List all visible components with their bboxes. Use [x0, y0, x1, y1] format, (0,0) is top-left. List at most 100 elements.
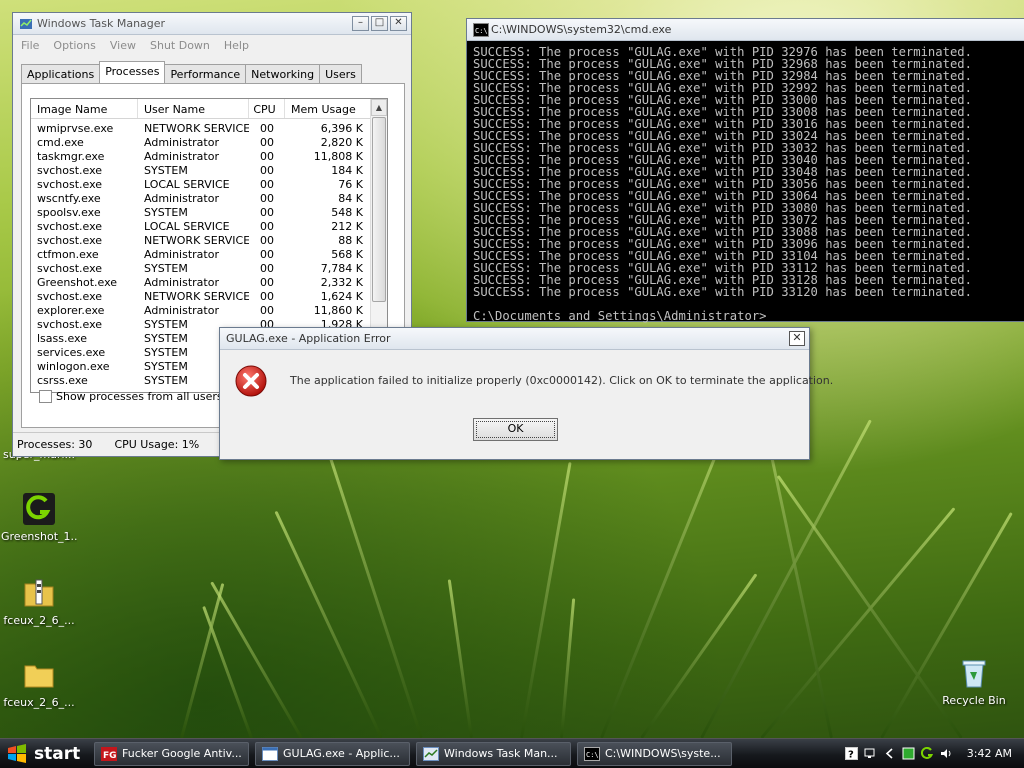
cell-cpu: 00 [260, 192, 274, 205]
desktop-icon-recycle-bin[interactable]: Recycle Bin [936, 656, 1012, 707]
table-row[interactable]: svchost.exe NETWORK SERVICE 00 1,624 K [31, 290, 387, 304]
table-row[interactable]: spoolsv.exe SYSTEM 00 548 K [31, 206, 387, 220]
cell-cpu: 00 [260, 276, 274, 289]
help-icon[interactable]: ? [844, 747, 858, 761]
task-manager-title: Windows Task Manager [37, 17, 166, 30]
column-mem-usage[interactable]: Mem Usage [285, 99, 371, 118]
cell-image-name: explorer.exe [37, 304, 105, 317]
table-row[interactable]: svchost.exe NETWORK SERVICE 00 88 K [31, 234, 387, 248]
cmd-titlebar[interactable]: C:\ C:\WINDOWS\system32\cmd.exe [467, 19, 1024, 41]
table-row[interactable]: svchost.exe SYSTEM 00 184 K [31, 164, 387, 178]
taskbar-item-label: Windows Task Man... [444, 747, 558, 760]
scroll-up-arrow-icon[interactable]: ▲ [371, 99, 387, 116]
column-image-name[interactable]: Image Name [31, 99, 138, 118]
greenshot-icon [22, 492, 56, 526]
cell-image-name: svchost.exe [37, 234, 103, 247]
grass-blade [447, 579, 473, 738]
cell-cpu: 00 [260, 290, 274, 303]
tab-applications[interactable]: Applications [21, 64, 101, 83]
menu-help[interactable]: Help [224, 39, 249, 52]
menu-options[interactable]: Options [53, 39, 95, 52]
cell-cpu: 00 [260, 262, 274, 275]
table-row[interactable]: ctfmon.exe Administrator 00 568 K [31, 248, 387, 262]
table-row[interactable]: svchost.exe LOCAL SERVICE 00 212 K [31, 220, 387, 234]
status-processes: Processes: 30 [17, 438, 93, 451]
cell-mem-usage: 76 K [338, 178, 363, 191]
show-all-processes-checkbox[interactable] [39, 390, 52, 403]
table-row[interactable]: Greenshot.exe Administrator 00 2,332 K [31, 276, 387, 290]
svg-text:?: ? [848, 750, 854, 761]
console-output[interactable]: SUCCESS: The process "GULAG.exe" with PI… [467, 41, 1024, 322]
cell-mem-usage: 11,860 K [313, 304, 363, 317]
table-row[interactable]: svchost.exe SYSTEM 00 7,784 K [31, 262, 387, 276]
grass-blade [700, 419, 872, 738]
task-manager-icon [19, 17, 33, 31]
menu-file[interactable]: File [21, 39, 39, 52]
green-status-icon[interactable] [902, 747, 915, 760]
grass-blade [327, 452, 423, 738]
table-row[interactable]: wscntfy.exe Administrator 00 84 K [31, 192, 387, 206]
cell-cpu: 00 [260, 178, 274, 191]
tab-users[interactable]: Users [319, 64, 362, 83]
menu-bar: File Options View Shut Down Help [13, 35, 411, 55]
taskbar-item-task-manager[interactable]: Windows Task Man... [416, 741, 571, 766]
chevron-left-icon[interactable] [883, 747, 896, 760]
taskbar-item-label: Fucker Google Antiv... [122, 747, 242, 760]
column-user-name[interactable]: User Name [138, 99, 249, 118]
svg-text:C:\: C:\ [475, 27, 488, 35]
column-cpu[interactable]: CPU [249, 99, 285, 118]
taskbar-item-gulag-error[interactable]: GULAG.exe - Applic... [255, 741, 410, 766]
close-icon[interactable]: ✕ [789, 331, 805, 346]
ok-button[interactable]: OK [473, 418, 558, 441]
tab-processes[interactable]: Processes [99, 61, 166, 83]
error-message: The application failed to initialize pro… [290, 374, 834, 387]
table-row[interactable]: wmiprvse.exe NETWORK SERVICE 00 6,396 K [31, 122, 387, 136]
desktop-icon-fceux-folder[interactable]: fceux_2_6_... [1, 658, 77, 709]
cmd-title: C:\WINDOWS\system32\cmd.exe [491, 23, 672, 36]
svg-text:C:\: C:\ [586, 751, 599, 759]
table-row[interactable]: taskmgr.exe Administrator 00 11,808 K [31, 150, 387, 164]
cell-image-name: lsass.exe [37, 332, 87, 345]
recycle-bin-icon [957, 656, 991, 690]
minimize-button[interactable]: – [352, 16, 369, 31]
tab-performance[interactable]: Performance [164, 64, 247, 83]
start-button[interactable]: start [0, 739, 88, 768]
cell-mem-usage: 88 K [338, 234, 363, 247]
close-button[interactable]: ✕ [390, 16, 407, 31]
cell-cpu: 00 [260, 206, 274, 219]
taskbar-item-label: C:\WINDOWS\syste... [605, 747, 721, 760]
cmd-window[interactable]: C:\ C:\WINDOWS\system32\cmd.exe SUCCESS:… [466, 18, 1024, 322]
task-manager-titlebar[interactable]: Windows Task Manager – □ ✕ [13, 13, 411, 35]
table-row[interactable]: cmd.exe Administrator 00 2,820 K [31, 136, 387, 150]
show-all-processes-label: Show processes from all users [56, 390, 223, 403]
table-row[interactable]: svchost.exe LOCAL SERVICE 00 76 K [31, 178, 387, 192]
cell-image-name: svchost.exe [37, 178, 103, 191]
taskbar-item-cmd[interactable]: C:\ C:\WINDOWS\syste... [577, 741, 732, 766]
cell-image-name: ctfmon.exe [37, 248, 99, 261]
clock[interactable]: 3:42 AM [967, 747, 1012, 760]
tab-networking[interactable]: Networking [245, 64, 321, 83]
cell-mem-usage: 548 K [331, 206, 363, 219]
console-prompt: C:\Documents and Settings\Administrator> [473, 309, 767, 323]
desktop-icon-fceux-zip[interactable]: fceux_2_6_... [1, 576, 77, 627]
desktop-icon-label: fceux_2_6_... [3, 696, 75, 709]
error-dialog-titlebar[interactable]: GULAG.exe - Application Error ✕ [220, 328, 809, 350]
display-icon[interactable] [864, 747, 877, 760]
menu-view[interactable]: View [110, 39, 136, 52]
show-all-processes-option[interactable]: Show processes from all users [39, 390, 223, 403]
zip-folder-icon [22, 576, 56, 610]
cell-image-name: svchost.exe [37, 318, 103, 331]
table-row[interactable]: explorer.exe Administrator 00 11,860 K [31, 304, 387, 318]
menu-shut-down[interactable]: Shut Down [150, 39, 210, 52]
maximize-button[interactable]: □ [371, 16, 388, 31]
desktop-icon-greenshot[interactable]: Greenshot_1... [1, 492, 77, 543]
speaker-icon[interactable] [940, 747, 953, 760]
process-list-header: Image Name User Name CPU Mem Usage [31, 99, 387, 119]
greenshot-tray-icon[interactable] [920, 746, 934, 760]
cell-image-name: wmiprvse.exe [37, 122, 114, 135]
error-dialog[interactable]: GULAG.exe - Application Error ✕ The appl… [219, 327, 833, 460]
scrollbar-thumb[interactable] [372, 117, 386, 302]
taskbar-item-fucker-google[interactable]: FG Fucker Google Antiv... [94, 741, 249, 766]
folder-icon [22, 658, 56, 692]
system-tray: ? 3:42 AM [844, 739, 1024, 768]
